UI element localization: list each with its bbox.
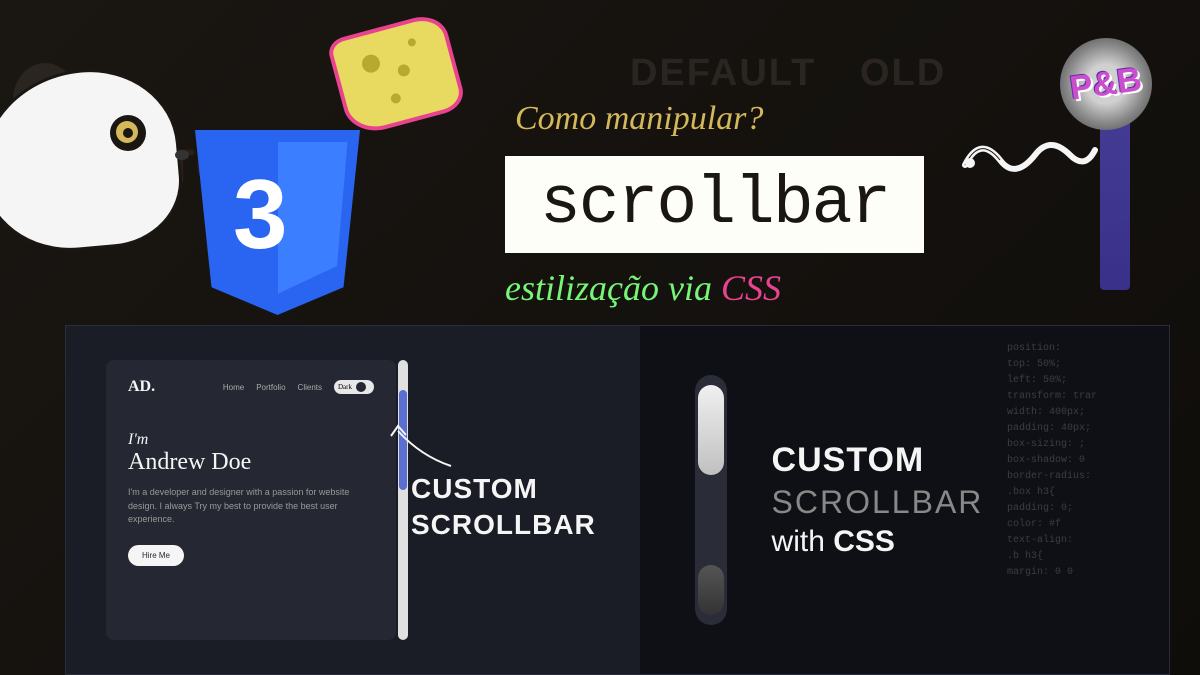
worm-illustration [960,125,1100,185]
bg-label-default: DEFAULT [630,52,816,95]
subtitle-desc-part1: estilização via [505,268,721,308]
mouse-illustration [0,70,200,280]
mini-dark-toggle: Dark [334,380,374,394]
brand-avatar: P&B [1060,38,1152,130]
mini-website-preview: AD. Home Portfolio Clients Dark I'm Andr… [106,360,396,640]
example-custom-scrollbar-site: AD. Home Portfolio Clients Dark I'm Andr… [66,326,640,674]
avatar-label: P&B [1068,60,1145,109]
mini-logo: AD. [128,378,155,396]
mini-nav-link: Home [223,383,244,392]
subtitle-desc-part2: CSS [721,268,781,308]
mini-nav-link: Clients [298,383,322,392]
mini-nav: AD. Home Portfolio Clients Dark [128,378,374,396]
main-title: scrollbar [505,156,924,253]
bg-label-old: OLD [860,52,946,95]
arrow-icon [386,421,456,471]
mini-hire-button: Hire Me [128,545,184,566]
example-custom-scrollbar-css: CUSTOM SCROLLBAR with CSS position: top:… [640,326,1169,674]
right-line2: SCROLLBAR [772,484,984,521]
mini-hero-name: Andrew Doe [128,449,374,476]
examples-panel: AD. Home Portfolio Clients Dark I'm Andr… [65,325,1170,675]
label-line2: SCROLLBAR [411,507,596,543]
subtitle-desc: estilização via CSS [505,267,924,309]
label-line1: CUSTOM [411,471,596,507]
subtitle-question: Como manipular? [515,100,924,138]
big-scrollbar-illustration [695,375,727,625]
mini-hero-prefix: I'm [128,431,374,449]
mini-nav-link: Portfolio [256,383,285,392]
code-background: position: top: 50%; left: 50%; transform… [999,326,1169,674]
css3-shield-icon: 3 [195,130,360,315]
mini-hero-desc: I'm a developer and designer with a pass… [128,486,374,527]
panel-right-label: CUSTOM SCROLLBAR with CSS [772,441,984,559]
panel-left-label: CUSTOM SCROLLBAR [411,471,596,544]
title-block: Como manipular? scrollbar estilização vi… [505,100,924,309]
css3-number: 3 [233,158,288,271]
mini-custom-scrollbar [398,360,408,640]
right-line1: CUSTOM [772,441,984,480]
right-line3: with CSS [772,525,984,559]
